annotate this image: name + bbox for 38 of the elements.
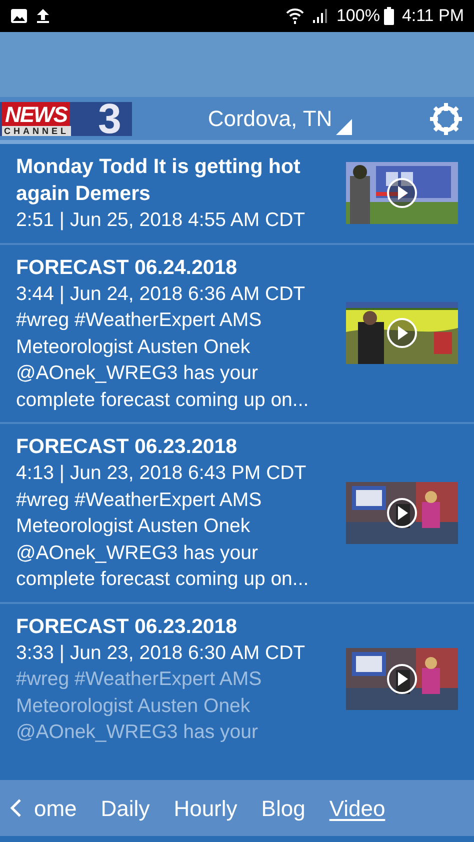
logo-word: NEWS — [2, 102, 70, 126]
video-item[interactable]: FORECAST 06.23.2018 3:33 | Jun 23, 2018 6:30 AM CDT #wreg #WeatherExpert AMS Meteorologist Austen Onek @AOnek_WREG3 has your — [0, 604, 474, 756]
signal-icon — [312, 8, 328, 24]
battery-level: 100% — [336, 5, 380, 28]
image-icon — [10, 8, 28, 24]
clock: 4:11 PM — [402, 5, 464, 28]
video-item[interactable]: FORECAST 06.24.2018 3:44 | Jun 24, 2018 6:36 AM CDT #wreg #WeatherExpert AMS Meteorologist Austen Onek @AOnek_WREG3 has your complete forecast coming up on... — [0, 244, 474, 424]
wifi-icon — [286, 7, 304, 25]
video-meta: 4:13 | Jun 23, 2018 6:43 PM CDT — [16, 461, 308, 486]
video-item[interactable]: Monday Todd It is getting hot again Demers 2:51 | Jun 25, 2018 4:55 AM CDT — [0, 144, 474, 244]
video-description: #wreg #WeatherExpert AMS Meteorologist Austen Onek @AOnek_WREG3 has your — [16, 667, 263, 745]
dropdown-icon[interactable] — [336, 119, 352, 135]
battery-icon — [384, 7, 394, 25]
video-title: FORECAST 06.24.2018 — [16, 254, 238, 280]
video-description: #wreg #WeatherExpert AMS Meteorologist Austen Onek @AOnek_WREG3 has your complete forecast coming up on... — [16, 308, 310, 412]
play-icon[interactable] — [386, 496, 418, 529]
chevron-left-icon[interactable] — [10, 798, 22, 818]
nav-tab[interactable]: ome — [34, 792, 77, 824]
play-icon[interactable] — [386, 317, 418, 350]
video-meta: 3:44 | Jun 24, 2018 6:36 AM CDT — [16, 282, 306, 306]
logo-subtitle: CHANNEL — [2, 126, 71, 136]
nav-tab[interactable]: Blog — [261, 792, 306, 824]
video-title: Monday Todd It is getting hot again Demers — [16, 154, 302, 207]
nav-tab[interactable]: Hourly — [174, 792, 238, 824]
video-meta: 2:51 | Jun 25, 2018 4:55 AM CDT — [16, 208, 306, 233]
settings-icon[interactable] — [428, 100, 464, 136]
location-selector[interactable]: Cordova, TN — [208, 102, 332, 135]
logo-number: 3 — [98, 102, 122, 136]
nav-tab[interactable]: Daily — [100, 792, 150, 824]
video-item[interactable]: FORECAST 06.23.2018 4:13 | Jun 23, 2018 6:43 PM CDT #wreg #WeatherExpert AMS Meteorologist Austen Onek @AOnek_WREG3 has your complete forecast coming up on... — [0, 424, 474, 604]
play-icon[interactable] — [386, 663, 418, 695]
video-title: FORECAST 06.23.2018 — [16, 614, 238, 640]
video-meta: 3:33 | Jun 23, 2018 6:30 AM CDT — [16, 640, 306, 666]
video-description: #wreg #WeatherExpert AMS Meteorologist Austen Onek @AOnek_WREG3 has your complete forecast coming up on... — [16, 488, 310, 592]
upload-icon — [36, 8, 50, 24]
play-icon[interactable] — [386, 177, 418, 210]
video-title: FORECAST 06.23.2018 — [16, 434, 238, 460]
nav-tab[interactable]: Video — [329, 792, 386, 824]
